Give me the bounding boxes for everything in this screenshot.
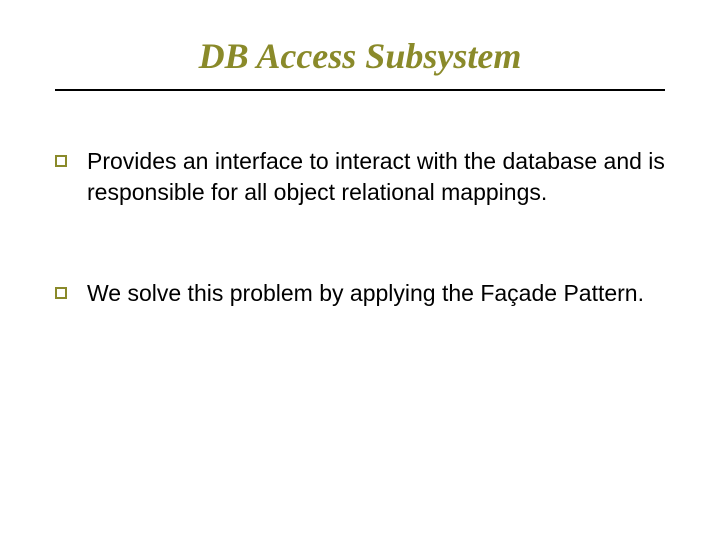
square-bullet-icon — [55, 155, 67, 167]
list-item: We solve this problem by applying the Fa… — [55, 278, 665, 309]
bullet-list: Provides an interface to interact with t… — [55, 146, 665, 309]
slide-title: DB Access Subsystem — [55, 35, 665, 91]
bullet-text: Provides an interface to interact with t… — [87, 148, 665, 205]
bullet-text: We solve this problem by applying the Fa… — [87, 280, 644, 306]
slide: DB Access Subsystem Provides an interfac… — [0, 0, 720, 540]
square-bullet-icon — [55, 287, 67, 299]
list-item: Provides an interface to interact with t… — [55, 146, 665, 208]
